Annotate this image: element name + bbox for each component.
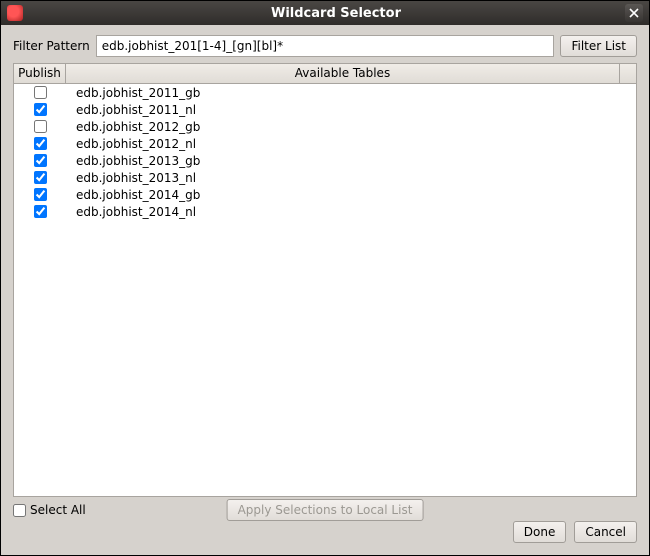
apply-selections-button: Apply Selections to Local List xyxy=(227,499,424,521)
row-table-name: edb.jobhist_2012_gb xyxy=(66,120,636,134)
footer-row-1: Select All Apply Selections to Local Lis… xyxy=(13,497,637,521)
table-row[interactable]: edb.jobhist_2014_nl xyxy=(14,203,636,220)
tables-panel: Publish Available Tables edb.jobhist_201… xyxy=(13,63,637,497)
column-header-publish[interactable]: Publish xyxy=(14,64,66,83)
close-icon[interactable] xyxy=(625,4,643,22)
row-table-name: edb.jobhist_2014_nl xyxy=(66,205,636,219)
filter-list-button[interactable]: Filter List xyxy=(560,35,637,57)
window-title: Wildcard Selector xyxy=(29,6,643,21)
row-table-name: edb.jobhist_2012_nl xyxy=(66,137,636,151)
table-header: Publish Available Tables xyxy=(14,64,636,84)
row-publish-cell xyxy=(14,154,66,167)
table-row[interactable]: edb.jobhist_2011_nl xyxy=(14,101,636,118)
row-publish-cell xyxy=(14,188,66,201)
row-table-name: edb.jobhist_2011_gb xyxy=(66,86,636,100)
publish-checkbox[interactable] xyxy=(34,103,47,116)
table-row[interactable]: edb.jobhist_2012_gb xyxy=(14,118,636,135)
table-row[interactable]: edb.jobhist_2013_nl xyxy=(14,169,636,186)
wildcard-selector-window: Wildcard Selector Filter Pattern Filter … xyxy=(0,0,650,556)
table-body: edb.jobhist_2011_gb edb.jobhist_2011_nled… xyxy=(14,84,636,496)
filter-row: Filter Pattern Filter List xyxy=(13,35,637,57)
filter-pattern-input[interactable] xyxy=(96,35,555,57)
titlebar: Wildcard Selector xyxy=(1,1,649,25)
select-all-checkbox[interactable] xyxy=(13,504,26,517)
content-area: Filter Pattern Filter List Publish Avail… xyxy=(1,25,649,555)
filter-pattern-label: Filter Pattern xyxy=(13,39,90,53)
row-publish-cell xyxy=(14,103,66,116)
publish-checkbox[interactable] xyxy=(34,137,47,150)
row-table-name: edb.jobhist_2013_nl xyxy=(66,171,636,185)
row-publish-cell xyxy=(14,205,66,218)
column-header-available[interactable]: Available Tables xyxy=(66,64,620,83)
row-publish-cell xyxy=(14,86,66,99)
table-row[interactable]: edb.jobhist_2014_gb xyxy=(14,186,636,203)
select-all-label: Select All xyxy=(30,503,86,517)
publish-checkbox[interactable] xyxy=(34,86,47,99)
row-table-name: edb.jobhist_2011_nl xyxy=(66,103,636,117)
row-table-name: edb.jobhist_2013_gb xyxy=(66,154,636,168)
table-row[interactable]: edb.jobhist_2011_gb xyxy=(14,84,636,101)
row-publish-cell xyxy=(14,120,66,133)
publish-checkbox[interactable] xyxy=(34,171,47,184)
row-publish-cell xyxy=(14,171,66,184)
publish-checkbox[interactable] xyxy=(34,120,47,133)
footer-row-2: Done Cancel xyxy=(13,521,637,547)
publish-checkbox[interactable] xyxy=(34,154,47,167)
publish-checkbox[interactable] xyxy=(34,205,47,218)
publish-checkbox[interactable] xyxy=(34,188,47,201)
table-row[interactable]: edb.jobhist_2013_gb xyxy=(14,152,636,169)
row-table-name: edb.jobhist_2014_gb xyxy=(66,188,636,202)
select-all-wrap[interactable]: Select All xyxy=(13,503,86,517)
app-icon xyxy=(7,5,23,21)
done-button[interactable]: Done xyxy=(513,521,567,543)
cancel-button[interactable]: Cancel xyxy=(574,521,637,543)
row-publish-cell xyxy=(14,137,66,150)
table-row[interactable]: edb.jobhist_2012_nl xyxy=(14,135,636,152)
